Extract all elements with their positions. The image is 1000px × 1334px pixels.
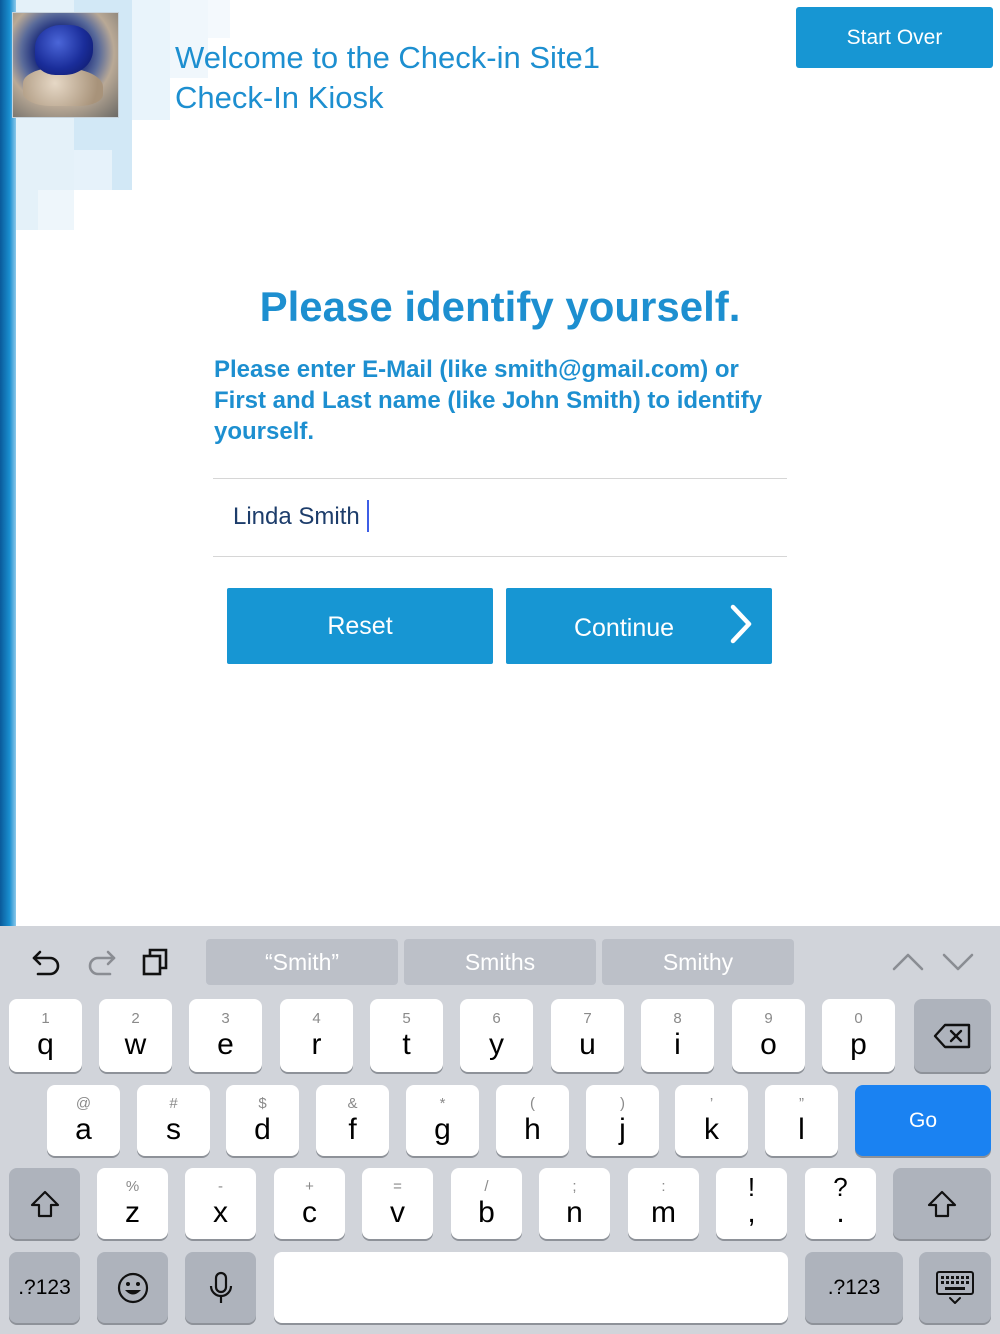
key-comma[interactable]: !, (716, 1168, 787, 1239)
key-l[interactable]: ” l (765, 1085, 838, 1156)
suggestion-1[interactable]: “Smith” (206, 939, 398, 985)
instructions-text: Please enter E-Mail (like smith@gmail.co… (214, 356, 763, 445)
go-key[interactable]: Go (855, 1085, 991, 1156)
continue-button-label: Continue (573, 613, 675, 642)
backspace-key[interactable] (914, 999, 991, 1072)
numbers-key-right[interactable]: .?123 (805, 1252, 903, 1323)
microphone-key[interactable] (185, 1252, 256, 1323)
key-f[interactable]: & f (316, 1085, 389, 1156)
numbers-key-left[interactable]: .?123 (9, 1252, 80, 1323)
key-e[interactable]: 3e (189, 999, 262, 1072)
onscreen-keyboard: “Smith” Smiths Smithy 1q 2w 3e 4r 5t 6y … (0, 926, 1000, 1334)
key-m[interactable]: :m (628, 1168, 699, 1239)
left-accent-bar (0, 0, 16, 926)
redo-icon[interactable] (84, 944, 120, 980)
chevron-up-icon[interactable] (890, 944, 926, 980)
key-t[interactable]: 5t (370, 999, 443, 1072)
welcome-line-1: Welcome to the Check-in Site1 (175, 40, 601, 75)
key-g[interactable]: * g (406, 1085, 479, 1156)
key-a[interactable]: @ a (47, 1085, 120, 1156)
reset-button[interactable]: Reset (227, 588, 493, 664)
key-w[interactable]: 2w (99, 999, 172, 1072)
key-o[interactable]: 9o (732, 999, 805, 1072)
microphone-icon (209, 1271, 232, 1303)
key-p[interactable]: 0p (822, 999, 895, 1072)
input-bottom-divider (213, 556, 787, 557)
key-d[interactable]: $ d (226, 1085, 299, 1156)
key-r[interactable]: 4r (280, 999, 353, 1072)
shift-key-left[interactable] (9, 1168, 80, 1239)
page-heading: Please identify yourself. (259, 283, 741, 330)
input-top-divider (213, 478, 787, 479)
start-over-button[interactable]: Start Over (796, 7, 993, 68)
key-q[interactable]: 1q (9, 999, 82, 1072)
reset-button-label: Reset (327, 611, 393, 640)
backspace-icon (933, 1023, 970, 1048)
suggestion-2[interactable]: Smiths (404, 939, 596, 985)
space-bar[interactable] (274, 1252, 788, 1323)
chevron-down-icon[interactable] (940, 944, 976, 980)
key-v[interactable]: = v (362, 1168, 433, 1239)
shift-key-right[interactable] (893, 1168, 991, 1239)
shift-icon (927, 1190, 957, 1217)
text-caret (367, 500, 369, 532)
key-z[interactable]: % z (97, 1168, 168, 1239)
key-c[interactable]: + c (274, 1168, 345, 1239)
key-j[interactable]: ) j (586, 1085, 659, 1156)
emoji-icon (117, 1272, 148, 1303)
identity-input[interactable] (213, 480, 787, 554)
key-i[interactable]: 8i (641, 999, 714, 1072)
site-logo-image (12, 12, 119, 118)
key-h[interactable]: (h (496, 1085, 569, 1156)
key-n[interactable]: ; n (539, 1168, 610, 1239)
key-b[interactable]: / b (451, 1168, 522, 1239)
welcome-title: Welcome to the Check-in Site1 Check-In K… (175, 38, 600, 118)
continue-button[interactable]: Continue (506, 588, 772, 664)
chevron-right-icon (730, 604, 752, 644)
key-x[interactable]: -x (185, 1168, 256, 1239)
emoji-key[interactable] (97, 1252, 168, 1323)
suggestion-3[interactable]: Smithy (602, 939, 794, 985)
welcome-line-2: Check-In Kiosk (175, 80, 384, 115)
key-k[interactable]: ’ k (675, 1085, 748, 1156)
shift-icon (30, 1190, 59, 1217)
dismiss-keyboard-key[interactable] (919, 1252, 991, 1323)
key-s[interactable]: # s (137, 1085, 210, 1156)
undo-icon[interactable] (28, 944, 64, 980)
key-u[interactable]: 7u (551, 999, 624, 1072)
keyboard-toolbar: “Smith” Smiths Smithy (0, 926, 1000, 998)
paste-icon[interactable] (138, 944, 174, 980)
key-y[interactable]: 6y (460, 999, 533, 1072)
key-period[interactable]: ?. (805, 1168, 876, 1239)
keyboard-dismiss-icon (936, 1270, 974, 1304)
